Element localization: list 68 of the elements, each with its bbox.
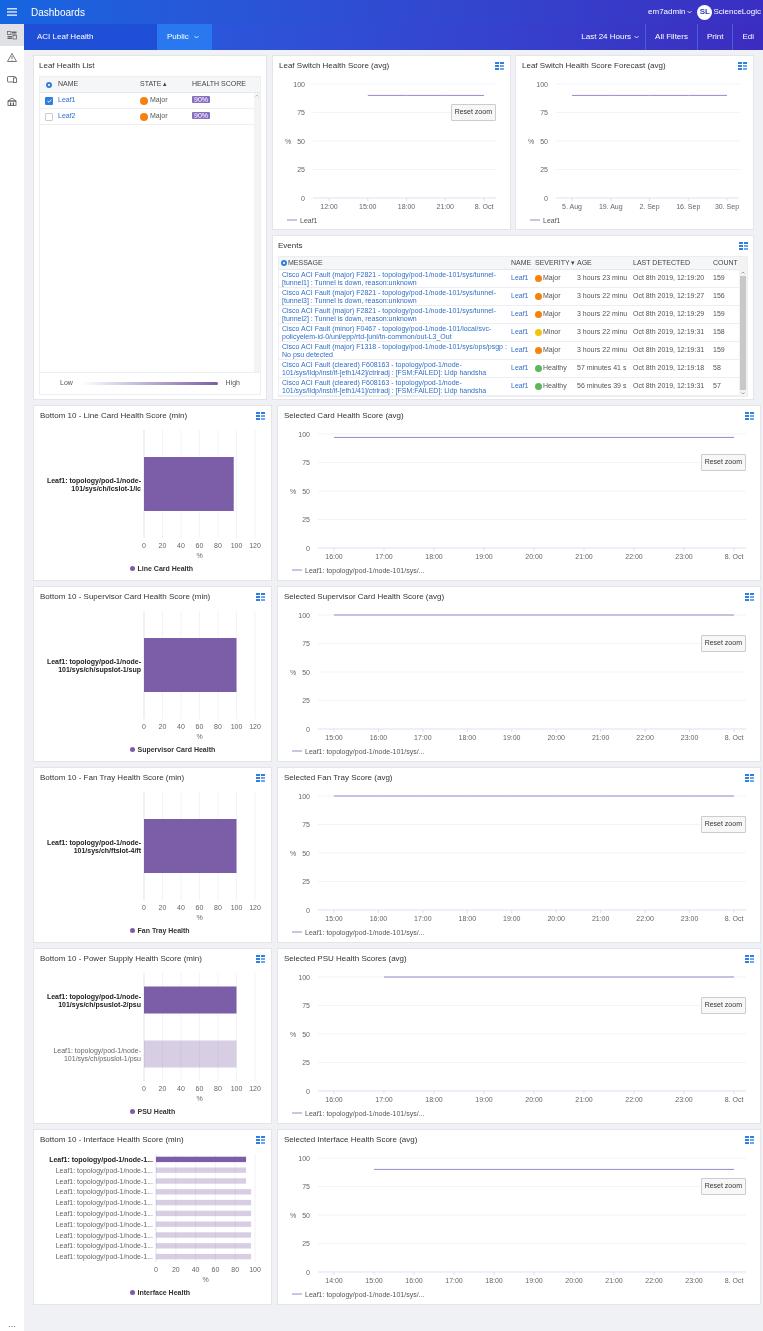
panel-title: Selected Interface Health Score (avg) — [284, 1134, 418, 1146]
layout-icon[interactable] — [745, 1136, 754, 1144]
time-range-dropdown[interactable]: Last 24 Hours — [575, 24, 646, 50]
toolbar-button[interactable]: Print — [697, 24, 733, 50]
legend-dot-icon — [130, 1290, 135, 1295]
legend-line-icon — [291, 1112, 303, 1114]
toolbar-button[interactable]: All Filters — [645, 24, 697, 50]
select-all-icon[interactable] — [46, 81, 52, 88]
scrollbar[interactable] — [254, 93, 260, 372]
caret-icon — [193, 35, 199, 39]
user-menu[interactable]: em7admin — [648, 6, 693, 18]
panel-title: Bottom 10 - Interface Health Score (min) — [40, 1134, 184, 1146]
layout-icon[interactable] — [739, 242, 748, 250]
layout-icon[interactable] — [745, 774, 754, 782]
panel-title: Bottom 10 - Supervisor Card Health Score (min) — [40, 591, 211, 603]
panel-title: Selected Supervisor Card Health Score (avg) — [284, 591, 445, 603]
scrollbar[interactable] — [739, 257, 747, 396]
layout-icon[interactable] — [495, 62, 504, 70]
dashboard-name: ACI Leaf Health — [24, 24, 157, 50]
scroll-down-icon[interactable] — [741, 392, 745, 395]
legend-line-icon — [291, 750, 303, 752]
panel-title: Selected PSU Health Scores (avg) — [284, 953, 407, 965]
layout-icon[interactable] — [745, 955, 754, 963]
more-button[interactable]: ··· — [0, 1322, 24, 1331]
page-title: Dashboards — [31, 5, 85, 20]
grid-icon — [7, 30, 17, 40]
panel-title: Bottom 10 - Power Supply Health Score (min) — [40, 953, 202, 965]
layout-icon[interactable] — [256, 774, 265, 782]
scroll-thumb[interactable] — [740, 276, 746, 390]
building-icon — [7, 96, 17, 106]
panel-title: Selected Fan Tray Score (avg) — [284, 772, 393, 784]
menu-icon — [7, 8, 17, 16]
layout-icon[interactable] — [745, 593, 754, 601]
select-all-icon[interactable] — [281, 260, 287, 266]
layout-icon[interactable] — [745, 412, 754, 420]
visibility-dropdown[interactable]: Public — [157, 24, 212, 50]
checkbox[interactable] — [45, 96, 53, 105]
layout-icon[interactable] — [256, 593, 265, 601]
panel-title: Leaf Switch Health Score (avg) — [279, 60, 390, 72]
layout-icon[interactable] — [738, 62, 747, 70]
sidebar-item[interactable] — [0, 24, 24, 46]
panel-title: Bottom 10 - Fan Tray Health Score (min) — [40, 772, 185, 784]
legend-dot-icon — [130, 747, 135, 752]
device-icon — [7, 74, 17, 84]
warning-icon — [7, 52, 17, 62]
logo-text: ScienceLogic — [713, 6, 761, 18]
panel-title: Events — [278, 240, 303, 252]
legend-line-icon — [529, 219, 541, 221]
panel-title: Leaf Health List — [39, 60, 95, 72]
legend-line-icon — [291, 569, 303, 571]
legend-dot-icon — [130, 566, 135, 571]
panel-title: Leaf Switch Health Score Forecast (avg) — [522, 60, 666, 72]
legend-line-icon — [286, 219, 298, 221]
legend-dot-icon — [130, 1109, 135, 1114]
panel-title: Selected Card Health Score (avg) — [284, 410, 404, 422]
checkbox[interactable] — [45, 112, 53, 121]
layout-icon[interactable] — [256, 955, 265, 963]
layout-icon[interactable] — [256, 1136, 265, 1144]
panel-title: Bottom 10 - Line Card Health Score (min) — [40, 410, 188, 422]
layout-icon[interactable] — [256, 412, 265, 420]
caret-icon — [687, 10, 693, 14]
scroll-up-icon[interactable] — [741, 271, 745, 274]
legend-line-icon — [291, 931, 303, 933]
caret-icon — [634, 35, 640, 39]
legend-dot-icon — [130, 928, 135, 933]
legend-line-icon — [291, 1293, 303, 1295]
logo-mark: SL — [697, 4, 713, 20]
toolbar-button[interactable]: Edi — [732, 24, 763, 50]
